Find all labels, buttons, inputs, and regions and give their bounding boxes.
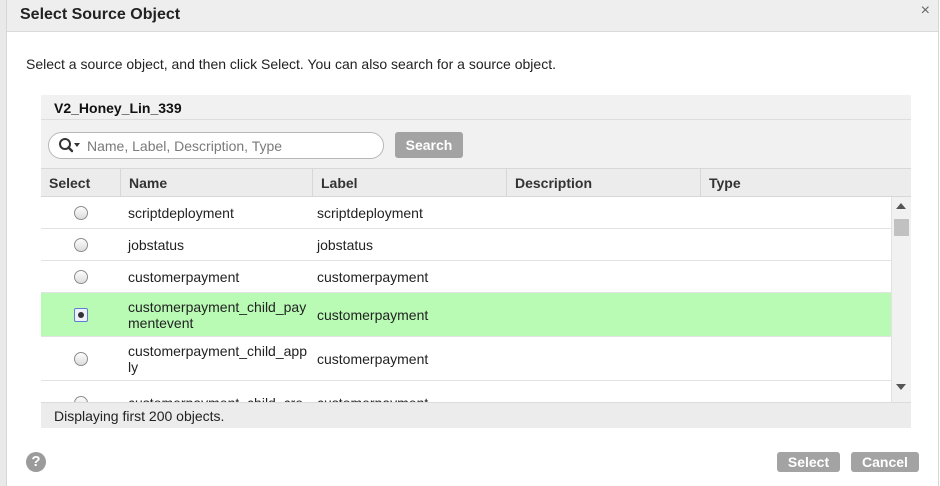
dialog-header: Select Source Object × <box>7 0 938 32</box>
connection-name: V2_Honey_Lin_339 <box>54 100 182 116</box>
select-cell <box>41 337 121 380</box>
table-header: Select Name Label Description Type <box>41 168 911 197</box>
column-header-type[interactable]: Type <box>701 169 891 197</box>
select-cell <box>41 229 121 260</box>
label-cell: scriptdeployment <box>317 204 423 221</box>
table-scrollbar[interactable] <box>891 197 911 402</box>
select-cell <box>41 261 121 292</box>
table-row[interactable]: customerpayment_child_cre customerpaymen… <box>41 381 891 402</box>
table-body: scriptdeployment scriptdeployment jobsta… <box>41 197 911 402</box>
select-button[interactable]: Select <box>777 452 840 472</box>
close-icon[interactable]: × <box>921 2 930 20</box>
column-header-description[interactable]: Description <box>507 169 701 197</box>
search-box <box>48 132 384 159</box>
label-cell: customerpayment <box>317 381 507 403</box>
scroll-up-arrow-icon[interactable] <box>896 203 906 209</box>
cancel-button[interactable]: Cancel <box>851 452 919 472</box>
search-icon[interactable] <box>58 137 82 155</box>
select-radio-checked[interactable] <box>74 307 88 322</box>
status-text: Displaying first 200 objects. <box>54 408 225 424</box>
table-row[interactable]: scriptdeployment scriptdeployment <box>41 197 891 229</box>
label-cell: jobstatus <box>317 236 374 253</box>
select-radio[interactable] <box>74 351 88 366</box>
table-row[interactable]: customerpayment customerpayment <box>41 261 891 293</box>
select-cell <box>41 293 121 336</box>
name-cell: jobstatus <box>128 236 185 253</box>
select-radio[interactable] <box>74 237 88 252</box>
column-header-label[interactable]: Label <box>313 169 507 197</box>
search-button[interactable]: Search <box>395 132 463 158</box>
select-radio[interactable] <box>74 205 88 220</box>
column-header-name[interactable]: Name <box>121 169 313 197</box>
table-row[interactable]: jobstatus jobstatus <box>41 229 891 261</box>
name-cell: customerpayment_child_paymentevent <box>128 298 307 331</box>
question-mark-icon[interactable]: ? <box>26 452 46 472</box>
name-cell: customerpayment <box>128 268 240 285</box>
name-cell: scriptdeployment <box>128 204 234 221</box>
scroll-down-arrow-icon[interactable] <box>896 384 906 390</box>
scroll-thumb[interactable] <box>894 219 909 236</box>
label-cell: customerpayment <box>317 306 429 323</box>
source-object-panel: V2_Honey_Lin_339 Search Select Name Labe… <box>41 95 911 428</box>
table-row[interactable]: customerpayment_child_apply customerpaym… <box>41 337 891 381</box>
select-source-object-dialog: Select Source Object × Select a source o… <box>6 0 939 486</box>
label-cell: customerpayment <box>317 350 429 367</box>
select-radio[interactable] <box>74 269 88 284</box>
name-cell: customerpayment_child_apply <box>128 342 307 375</box>
name-cell: customerpayment_child_cre <box>128 381 308 403</box>
search-bar: Search <box>41 119 911 164</box>
instructions-text: Select a source object, and then click S… <box>26 56 556 72</box>
table-row-selected[interactable]: customerpayment_child_paymentevent custo… <box>41 293 891 337</box>
table-rows: scriptdeployment scriptdeployment jobsta… <box>41 197 891 402</box>
search-input[interactable] <box>85 136 375 156</box>
dialog-title: Select Source Object <box>20 6 181 23</box>
column-header-select[interactable]: Select <box>41 169 121 197</box>
label-cell: customerpayment <box>317 268 429 285</box>
select-cell <box>41 197 121 228</box>
select-cell <box>41 381 121 402</box>
status-bar: Displaying first 200 objects. <box>41 402 911 428</box>
